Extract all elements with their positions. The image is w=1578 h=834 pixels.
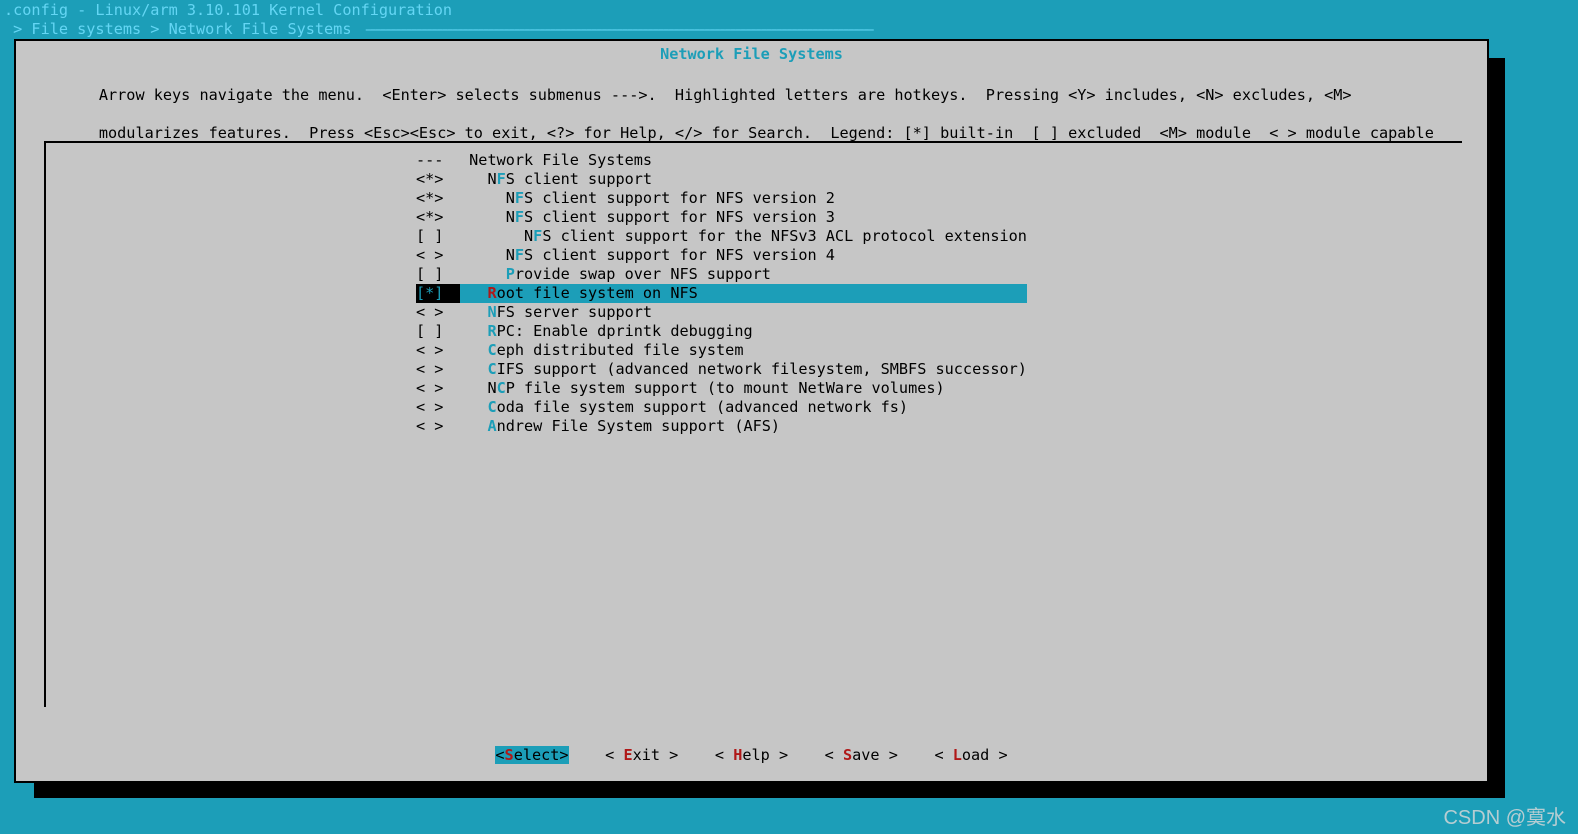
hotkey-letter: P (506, 265, 515, 283)
hotkey-letter: R (487, 284, 496, 302)
menu-item-label: P file system support (to mount NetWare … (506, 379, 945, 397)
menu-item[interactable]: [ ] Provide swap over NFS support (416, 265, 1027, 284)
hotkey-letter: C (497, 379, 506, 397)
hotkey-letter: S (505, 746, 514, 764)
menu-item-label: S client support (506, 170, 652, 188)
menu-item[interactable]: [ ] NFS client support for the NFSv3 ACL… (416, 227, 1027, 246)
state-indicator: <*> (416, 189, 460, 208)
menu-item[interactable]: < > CIFS support (advanced network files… (416, 360, 1027, 379)
state-indicator: [ ] (416, 265, 460, 284)
state-indicator: [*] (416, 284, 460, 303)
state-indicator: < > (416, 360, 460, 379)
menu-list: --- Network File Systems<*> NFS client s… (416, 151, 1027, 436)
menu-item-label: rovide swap over NFS support (515, 265, 771, 283)
state-indicator: < > (416, 246, 460, 265)
hotkey-letter: C (487, 360, 496, 378)
watermark: CSDN @寞水 (1443, 809, 1566, 828)
state-indicator: < > (416, 417, 460, 436)
menu-item-label: S client support for NFS version 4 (524, 246, 835, 264)
hotkey-letter: F (515, 208, 524, 226)
exit-button[interactable]: < Exit > (605, 746, 678, 764)
menu-item-label: oda file system support (advanced networ… (497, 398, 908, 416)
help-button[interactable]: < Help > (715, 746, 788, 764)
menu-item-label: S client support for NFS version 3 (524, 208, 835, 226)
save-button[interactable]: < Save > (825, 746, 898, 764)
menu-box: --- Network File Systems<*> NFS client s… (44, 141, 1462, 707)
menu-item[interactable]: < > NFS client support for NFS version 4 (416, 246, 1027, 265)
state-indicator: [ ] (416, 322, 460, 341)
menu-item-label: Network File Systems (469, 151, 652, 169)
state-indicator: < > (416, 379, 460, 398)
button-bar: <Select> < Exit > < Help > < Save > < Lo… (16, 746, 1487, 765)
state-indicator: < > (416, 341, 460, 360)
menu-item[interactable]: < > Andrew File System support (AFS) (416, 417, 1027, 436)
state-indicator: [ ] (416, 227, 460, 246)
menu-item-label: IFS support (advanced network filesystem… (497, 360, 1027, 378)
hotkey-letter: F (497, 170, 506, 188)
menu-item-label: FS server support (497, 303, 652, 321)
state-indicator: <*> (416, 170, 460, 189)
instructions-line-2: modularizes features. Press <Esc><Esc> t… (99, 124, 1434, 142)
menu-item-label: PC: Enable dprintk debugging (497, 322, 753, 340)
hotkey-letter: L (953, 746, 962, 764)
menu-item-label: S client support for NFS version 2 (524, 189, 835, 207)
menu-item[interactable]: < > Coda file system support (advanced n… (416, 398, 1027, 417)
menu-item[interactable]: < > Ceph distributed file system (416, 341, 1027, 360)
hotkey-letter: S (843, 746, 852, 764)
hotkey-letter: F (515, 246, 524, 264)
menu-item-label: S client support for the NFSv3 ACL proto… (542, 227, 1027, 245)
window-title: .config - Linux/arm 3.10.101 Kernel Conf… (0, 0, 1578, 20)
breadcrumb-text: > File systems > Network File Systems (4, 20, 361, 38)
hotkey-letter: N (487, 303, 496, 321)
hotkey-letter: H (733, 746, 742, 764)
hotkey-letter: R (487, 322, 496, 340)
menu-item-label: eph distributed file system (497, 341, 744, 359)
hotkey-letter: F (515, 189, 524, 207)
menu-item[interactable]: [*] Root file system on NFS (416, 284, 1027, 303)
menu-item[interactable]: <*> NFS client support for NFS version 3 (416, 208, 1027, 227)
menu-item[interactable]: [ ] RPC: Enable dprintk debugging (416, 322, 1027, 341)
breadcrumb: > File systems > Network File Systems (0, 20, 1578, 39)
instructions-line-1: Arrow keys navigate the menu. <Enter> se… (99, 86, 1352, 104)
menu-item-label: ndrew File System support (AFS) (497, 417, 780, 435)
menu-item[interactable]: <*> NFS client support for NFS version 2 (416, 189, 1027, 208)
menu-item[interactable]: --- Network File Systems (416, 151, 1027, 170)
hotkey-letter: E (623, 746, 632, 764)
hotkey-letter: F (533, 227, 542, 245)
menu-item[interactable]: <*> NFS client support (416, 170, 1027, 189)
load-button[interactable]: < Load > (934, 746, 1007, 764)
menu-item-label: oot file system on NFS (497, 284, 698, 302)
dialog-box: Network File Systems Arrow keys navigate… (14, 39, 1489, 783)
state-indicator: < > (416, 398, 460, 417)
dialog-title: Network File Systems (16, 41, 1487, 64)
state-indicator: < > (416, 303, 460, 322)
hotkey-letter: C (487, 341, 496, 359)
hotkey-letter: A (487, 417, 496, 435)
select-button[interactable]: <Select> (495, 746, 568, 764)
menu-item[interactable]: < > NCP file system support (to mount Ne… (416, 379, 1027, 398)
menu-item[interactable]: < > NFS server support (416, 303, 1027, 322)
state-indicator: --- (416, 151, 460, 170)
hotkey-letter: C (487, 398, 496, 416)
state-indicator: <*> (416, 208, 460, 227)
